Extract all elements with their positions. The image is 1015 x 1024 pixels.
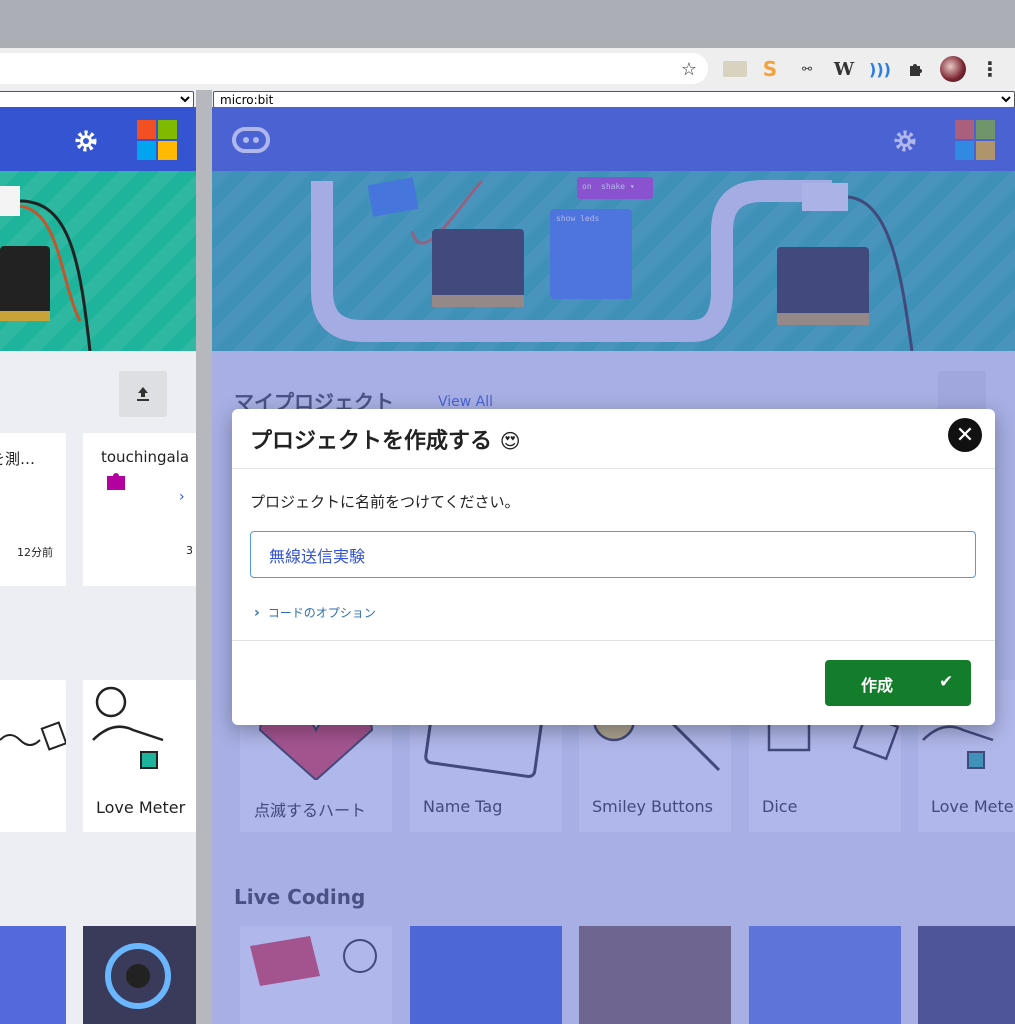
address-bar[interactable] [0,53,708,84]
extension-icon-1[interactable] [723,61,747,77]
dialog-title-text: プロジェクトを作成する [250,429,493,454]
code-options-toggle[interactable]: › コードのオプション [254,604,376,621]
profile-avatar[interactable] [940,56,966,82]
extension-s-icon[interactable]: S [758,57,782,81]
project-card-time: 12分前 [17,546,53,559]
tutorial-card-title: Love Meter [96,798,186,817]
create-project-dialog: プロジェクトを作成する 😍 ✕ プロジェクトに名前をつけてください。 › コード… [232,409,995,725]
project-name-input[interactable] [250,531,976,578]
browser-tab-strip [0,0,1015,48]
left-header [0,107,196,171]
frame-select[interactable]: micro:bit [213,91,1015,108]
sound-icon[interactable]: ))) [868,57,892,81]
divider [232,640,995,641]
live-coding-card[interactable] [83,926,196,1024]
close-icon: ✕ [955,422,975,448]
divider [232,468,995,469]
wikipedia-icon[interactable]: W [832,57,856,81]
heart-eyes-emoji: 😍 [499,429,521,453]
left-editor-pane: を測… 12分前 touchingala › 3 Love Meter [0,90,196,1024]
project-card-title: touchingala [101,448,190,466]
left-hero-banner [0,171,196,352]
microsoft-logo[interactable] [137,120,177,160]
chevron-right-icon[interactable]: › [179,489,185,505]
puzzle-piece-icon [105,470,127,492]
gear-icon[interactable] [72,127,100,155]
live-coding-card[interactable] [0,926,66,1024]
checkmark-icon: ✔ [939,672,954,692]
create-button-label: 作成 [861,676,894,695]
browser-menu-icon[interactable]: ⋮ [978,57,1002,81]
project-card[interactable]: を測… 12分前 [0,433,66,586]
tutorial-card[interactable] [0,680,68,832]
pane-divider[interactable] [196,90,212,1024]
close-button[interactable]: ✕ [948,418,982,452]
tutorial-card[interactable]: Love Meter [83,680,196,832]
project-card[interactable]: touchingala › 3 [83,433,196,586]
puzzle-icon[interactable] [904,57,928,81]
create-button[interactable]: 作成 ✔ [825,660,971,706]
dialog-title: プロジェクトを作成する 😍 [250,423,521,455]
code-options-label: コードのオプション [267,606,376,620]
star-icon[interactable]: ☆ [677,57,701,81]
project-card-title: を測… [0,450,36,468]
project-card-time: 3 [186,544,193,557]
extension-toggle-icon[interactable]: ⚯ [795,57,819,81]
upload-icon[interactable] [119,371,167,417]
left-frame-select[interactable] [0,91,194,108]
chevron-right-icon: › [254,604,260,621]
dialog-prompt: プロジェクトに名前をつけてください。 [250,493,520,511]
